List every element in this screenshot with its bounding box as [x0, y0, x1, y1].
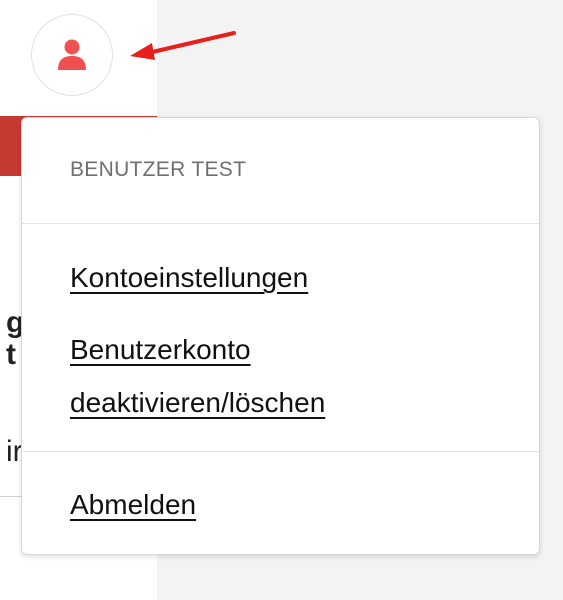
user-icon — [58, 39, 86, 70]
menu-divider — [22, 451, 539, 452]
menu-divider — [22, 223, 539, 224]
logout-link[interactable]: Abmelden — [70, 478, 196, 531]
obscured-text-fragment: t — [6, 338, 16, 371]
user-avatar-button[interactable] — [31, 14, 113, 96]
account-settings-link[interactable]: Kontoeinstellungen — [70, 251, 308, 304]
menu-user-name: BENUTZER TEST — [70, 158, 247, 181]
deactivate-account-link[interactable]: Benutzerkonto deaktivieren/löschen — [70, 323, 325, 429]
deactivate-account-line-1: Benutzerkonto — [70, 334, 251, 365]
annotation-arrow — [130, 31, 236, 60]
user-dropdown-menu: BENUTZER TEST Kontoeinstellungen Benutze… — [21, 117, 540, 555]
deactivate-account-line-2: deaktivieren/löschen — [70, 387, 326, 418]
